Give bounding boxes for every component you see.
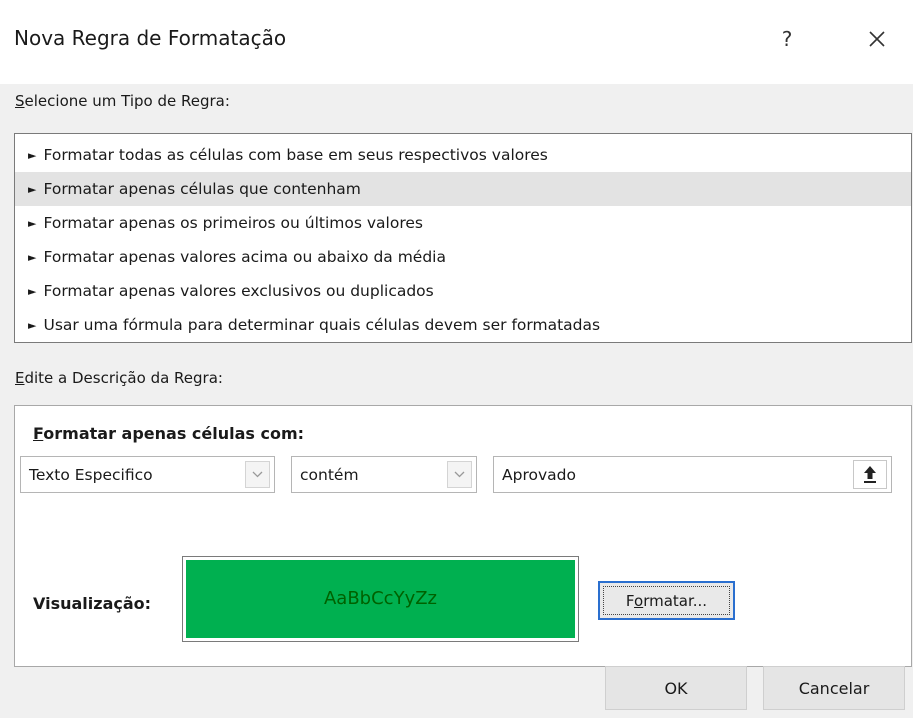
format-button[interactable]: Formatar... (598, 581, 735, 620)
rule-type-label: Selecione um Tipo de Regra: (15, 92, 230, 110)
arrow-right-icon: ► (28, 183, 37, 196)
help-button[interactable]: ? (772, 24, 802, 54)
upload-arrow-icon (864, 466, 876, 483)
rule-type-item-label: Formatar apenas valores exclusivos ou du… (43, 282, 434, 300)
condition-value-input[interactable] (493, 456, 892, 493)
cancel-button[interactable]: Cancelar (763, 666, 905, 710)
condition-type-dropdown-button[interactable] (245, 461, 270, 488)
rule-type-access-key: S (15, 92, 25, 110)
rule-description-panel: Formatar apenas células com: Texto Espec… (14, 405, 912, 667)
condition-type-value: Texto Especifico (29, 466, 153, 484)
format-button-text-start: F (625, 591, 635, 610)
rule-type-item-label: Formatar apenas células que contenham (43, 180, 361, 198)
condition-heading: Formatar apenas células com: (33, 424, 304, 443)
arrow-right-icon: ► (28, 149, 37, 162)
arrow-right-icon: ► (28, 251, 37, 264)
rule-type-item-label: Formatar todas as células com base em se… (43, 146, 548, 164)
rule-type-item[interactable]: ► Usar uma fórmula para determinar quais … (15, 308, 911, 342)
collapse-dialog-button[interactable] (853, 460, 887, 489)
condition-heading-access-key: F (33, 424, 44, 443)
rule-type-item-label: Formatar apenas os primeiros ou últimos … (43, 214, 423, 232)
rule-type-label-text: elecione um Tipo de Regra: (24, 92, 230, 110)
operator-value: contém (300, 466, 359, 484)
preview-box: AaBbCcYyZz (182, 556, 579, 642)
preview-label: Visualização: (33, 594, 152, 613)
format-button-text-end: rmatar... (643, 591, 708, 610)
rule-type-list[interactable]: ► Formatar todas as células com base em s… (14, 133, 912, 343)
rule-type-item[interactable]: ► Formatar apenas células que contenham (15, 172, 911, 206)
arrow-right-icon: ► (28, 285, 37, 298)
rule-type-item[interactable]: ► Formatar todas as células com base em s… (15, 138, 911, 172)
rule-description-label: Edite a Descrição da Regra: (15, 369, 223, 387)
close-button[interactable] (860, 22, 894, 56)
rule-type-item[interactable]: ► Formatar apenas valores acima ou abaixo… (15, 240, 911, 274)
rule-type-item[interactable]: ► Formatar apenas os primeiros ou últimos… (15, 206, 911, 240)
arrow-right-icon: ► (28, 217, 37, 230)
chevron-down-icon (454, 471, 465, 478)
rule-type-item-label: Formatar apenas valores acima ou abaixo … (43, 248, 446, 266)
ok-button[interactable]: OK (605, 666, 747, 710)
close-icon (869, 31, 885, 47)
condition-type-dropdown[interactable]: Texto Especifico (20, 456, 275, 493)
rule-type-item[interactable]: ► Formatar apenas valores exclusivos ou d… (15, 274, 911, 308)
dialog-title: Nova Regra de Formatação (14, 26, 287, 50)
rule-type-item-label: Usar uma fórmula para determinar quais c… (43, 316, 601, 334)
preview-sample-text: AaBbCcYyZz (186, 560, 575, 638)
dialog-title-bar: Nova Regra de Formatação ? (0, 0, 913, 84)
format-button-access-key: o (634, 591, 644, 610)
condition-heading-text: ormatar apenas células com: (43, 424, 305, 443)
chevron-down-icon (252, 471, 263, 478)
operator-dropdown-button[interactable] (447, 461, 472, 488)
rule-description-label-text: dite a Descrição da Regra: (24, 369, 223, 387)
operator-dropdown[interactable]: contém (291, 456, 477, 493)
arrow-right-icon: ► (28, 319, 37, 332)
